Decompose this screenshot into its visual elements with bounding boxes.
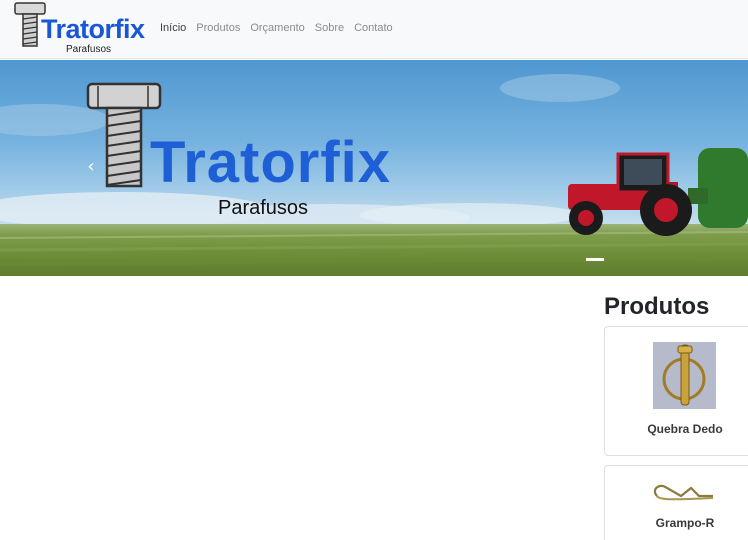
nav-inicio[interactable]: Início (160, 21, 186, 35)
carousel-prev-button[interactable]: ‹ (84, 158, 98, 176)
tractor-image (568, 148, 748, 236)
nav-sobre[interactable]: Sobre (315, 21, 344, 35)
products-heading: Produtos (604, 293, 710, 320)
product-name: Quebra Dedo (647, 422, 723, 436)
main-nav: Início Produtos Orçamento Sobre Contato (160, 21, 403, 35)
hero-carousel: Tratorfix Parafusos ‹ (0, 60, 748, 276)
hero-logo-text: Tratorfix (150, 130, 392, 195)
hero-logo-subtitle: Parafusos (218, 197, 309, 219)
brand-name: Tratorfix (41, 14, 145, 44)
nav-produtos[interactable]: Produtos (196, 21, 240, 35)
nav-orcamento[interactable]: Orçamento (250, 21, 304, 35)
brand-logo[interactable]: Tratorfix Parafusos (14, 2, 145, 58)
brand-subtitle: Parafusos (66, 44, 112, 55)
product-name: Grampo-R (655, 516, 715, 530)
nav-contato[interactable]: Contato (354, 21, 393, 35)
navbar: Tratorfix Parafusos Início Produtos Orça… (0, 0, 748, 59)
product-image-quebra-dedo (653, 342, 716, 409)
carousel-indicator[interactable] (586, 258, 604, 261)
product-card[interactable]: Quebra Dedo (604, 326, 748, 456)
product-card[interactable]: Grampo-R (604, 465, 748, 540)
chevron-left-icon: ‹ (87, 156, 95, 177)
product-image-grampo-r (653, 484, 714, 501)
